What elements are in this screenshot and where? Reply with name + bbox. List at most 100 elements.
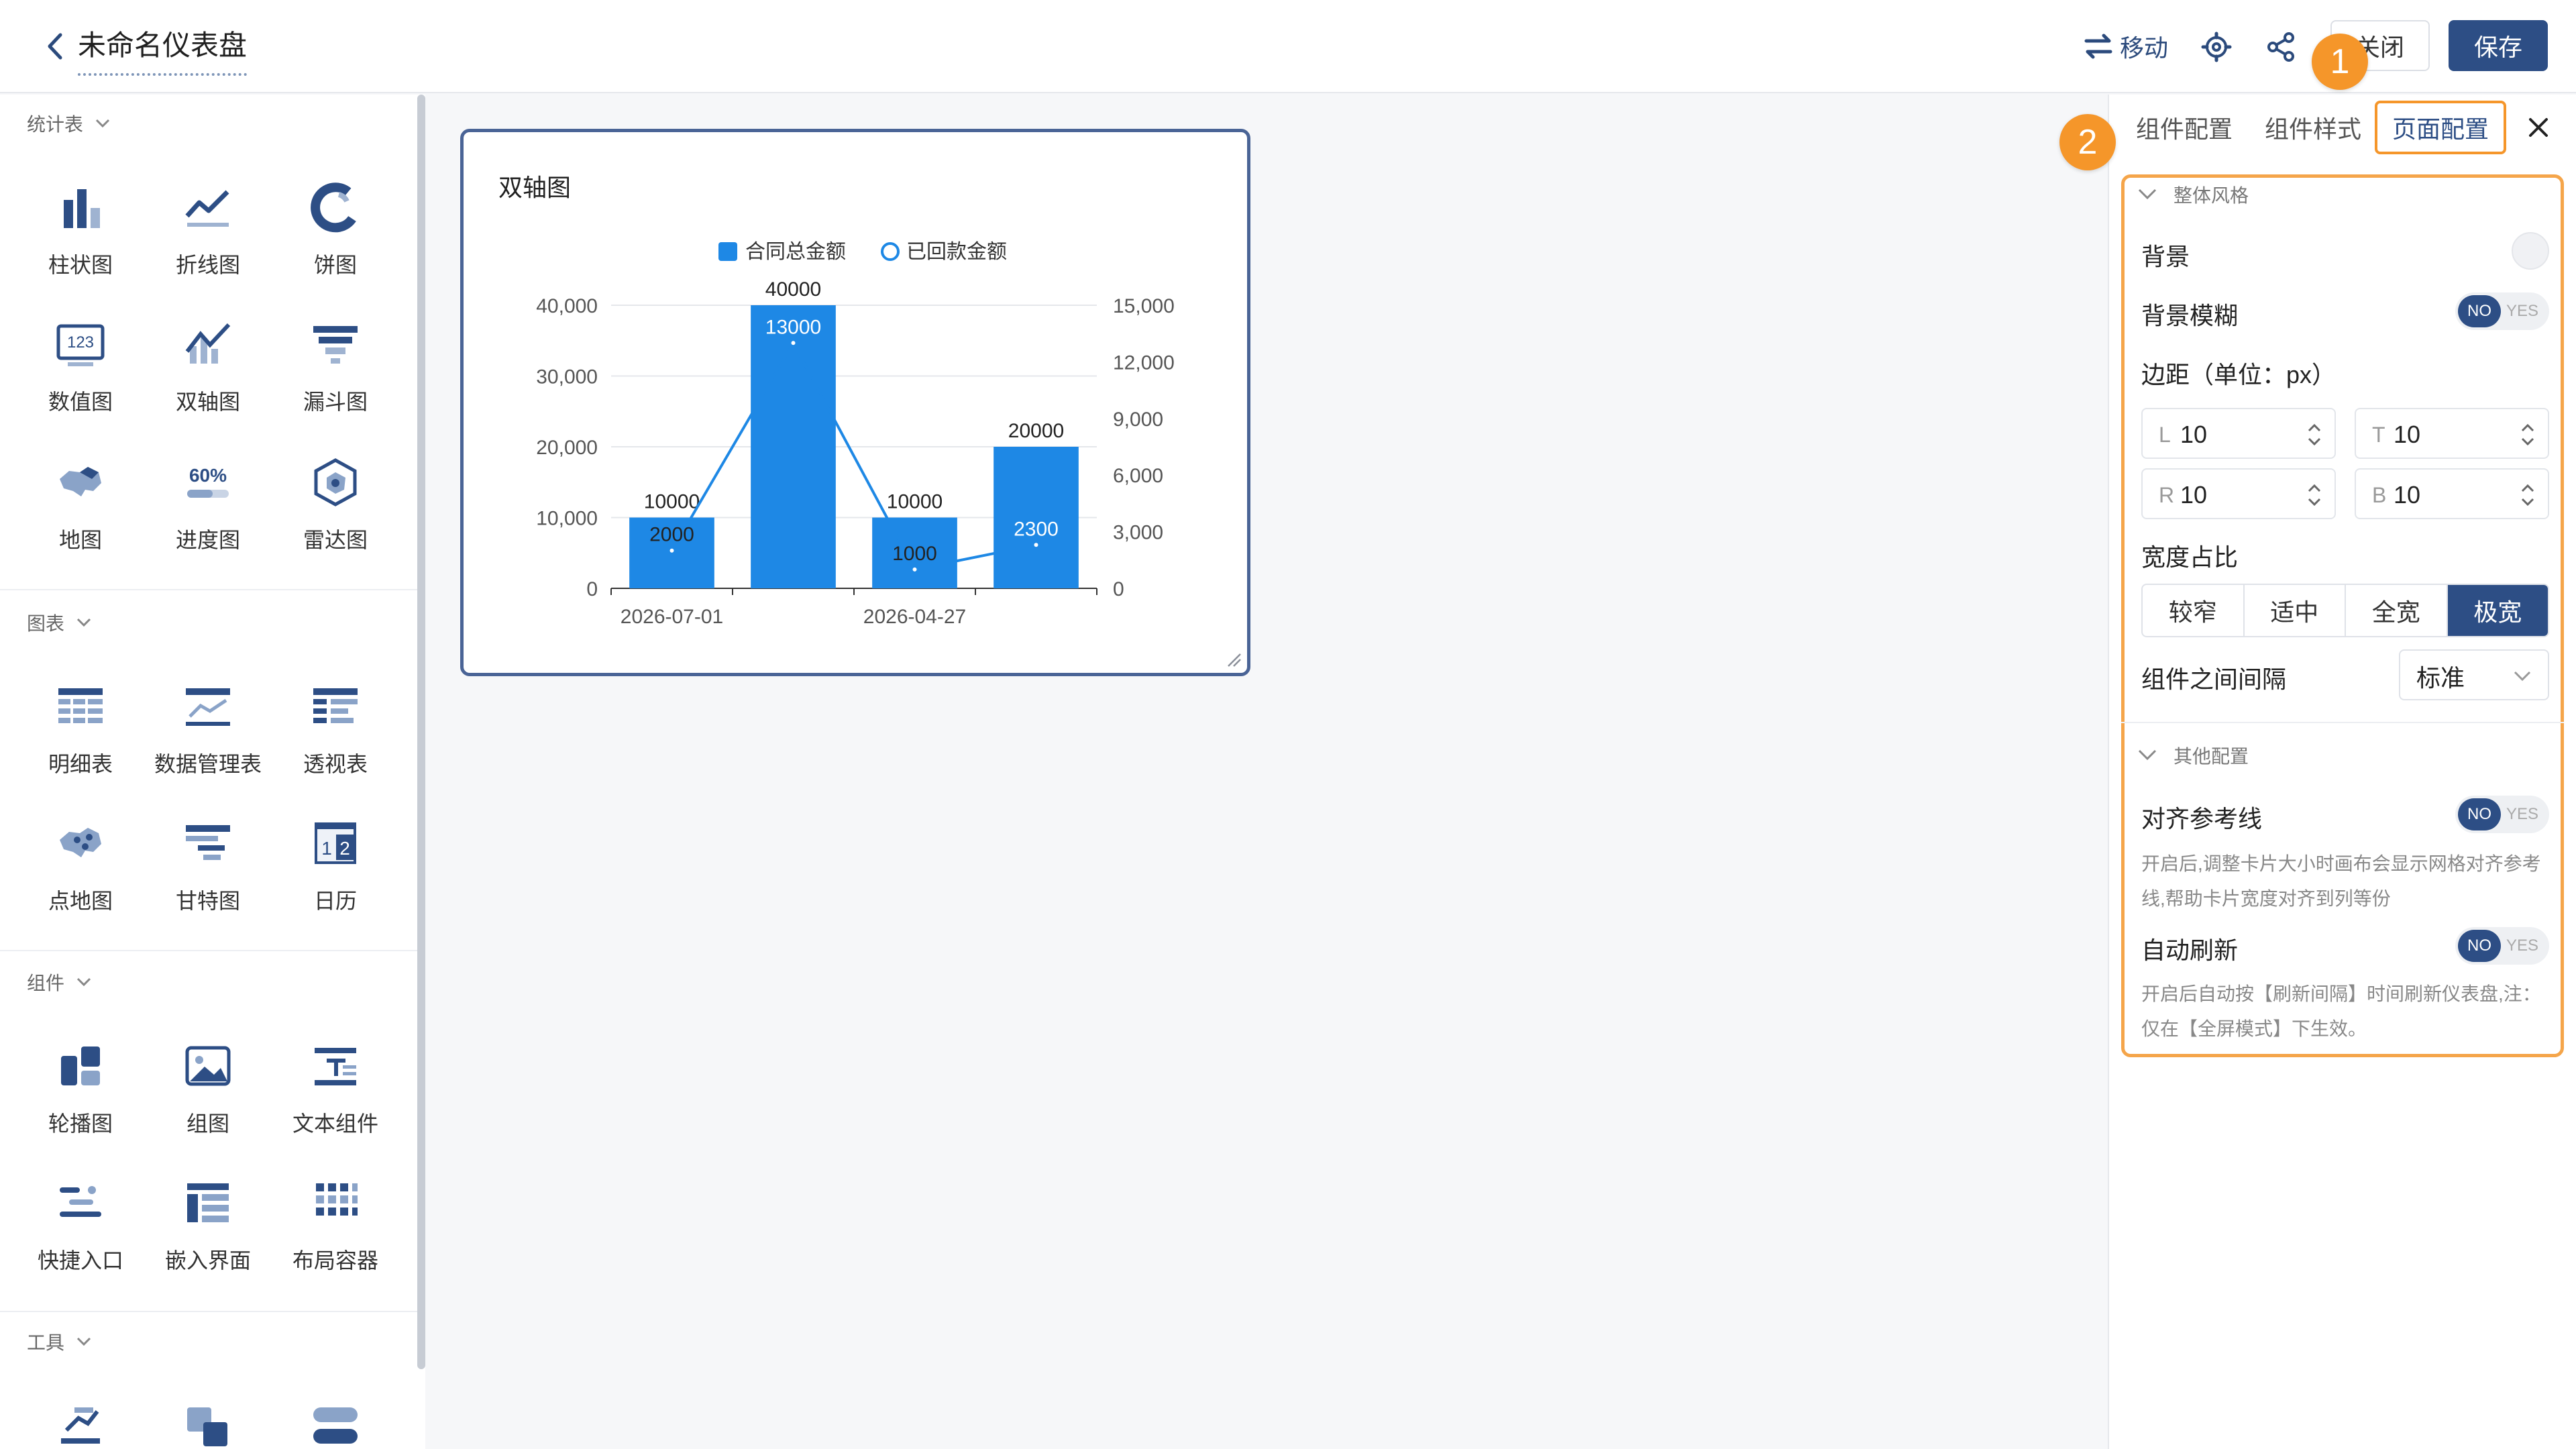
widget-label: 数据管理表 (154, 752, 262, 776)
section-tools[interactable]: 工具 (27, 1328, 91, 1355)
select-value: 标准 (2416, 664, 2465, 692)
share-button[interactable] (2265, 31, 2297, 63)
carousel-icon (61, 1046, 100, 1085)
line-data-label: 13000 (765, 316, 821, 338)
pivot-icon (313, 688, 358, 723)
widget-calendar[interactable]: 12 日历 (272, 801, 399, 915)
widget-gantt[interactable]: 甘特图 (144, 801, 272, 915)
line-data-label: 2000 (649, 524, 694, 546)
widget-bar-chart[interactable]: 柱状图 (17, 165, 144, 279)
stepper-icon[interactable] (2306, 479, 2322, 511)
bar-data-label: 40000 (765, 278, 821, 301)
tab-component-config[interactable]: 组件配置 (2125, 101, 2243, 154)
line-point (791, 341, 796, 345)
section-charts[interactable]: 图表 (27, 609, 91, 636)
tab-page-config[interactable]: 页面配置 (2375, 101, 2506, 154)
section-title: 组件 (27, 973, 65, 994)
widget-line-chart[interactable]: 折线图 (144, 165, 272, 279)
width-option-extra-wide[interactable]: 极宽 (2447, 585, 2548, 636)
sidebar-scrollbar[interactable] (417, 95, 425, 1369)
auto-refresh-toggle[interactable]: NO YES (2455, 927, 2549, 965)
widget-image-group[interactable]: 组图 (144, 1024, 272, 1138)
widget-label: 组图 (186, 1112, 229, 1136)
widget-radar[interactable]: 雷达图 (272, 440, 399, 554)
toggle-tool-icon (313, 1407, 358, 1444)
section-components[interactable]: 组件 (27, 969, 91, 996)
line-data-label: 2300 (1014, 518, 1059, 540)
move-label: 移动 (2120, 34, 2169, 62)
widget-label: 嵌入界面 (164, 1248, 251, 1273)
settings-button[interactable] (2200, 31, 2233, 63)
background-label: 背景 (2141, 243, 2190, 270)
background-color-picker[interactable] (2512, 232, 2549, 270)
input-prefix: R (2159, 482, 2175, 507)
progress-icon-text: 60% (189, 465, 227, 486)
component-gap-select[interactable]: 标准 (2399, 649, 2549, 700)
margin-top-input[interactable]: T 10 (2355, 408, 2549, 459)
toggle-yes: YES (2506, 805, 2538, 823)
widget-dual-axis[interactable]: 双轴图 (144, 302, 272, 416)
widget-carousel[interactable]: 轮播图 (17, 1024, 144, 1138)
data-table-icon (186, 688, 230, 726)
align-guide-toggle[interactable]: NO YES (2455, 796, 2549, 833)
margin-right-input[interactable]: R 10 (2141, 468, 2336, 519)
toggle-yes: YES (2506, 302, 2538, 320)
toggle-yes: YES (2506, 936, 2538, 955)
y-left-tick-label: 0 (586, 578, 598, 600)
save-button[interactable]: 保存 (2449, 20, 2548, 71)
margin-bottom-input[interactable]: B 10 (2355, 468, 2549, 519)
section-other-config[interactable]: 其他配置 (2137, 742, 2249, 769)
move-button[interactable]: 移动 (2084, 30, 2168, 63)
close-icon[interactable] (2522, 111, 2555, 144)
width-option-full[interactable]: 全宽 (2346, 585, 2448, 636)
widget-pivot-table[interactable]: 透视表 (272, 664, 399, 778)
y-right-tick-label: 15,000 (1113, 295, 1175, 317)
widget-layout-container[interactable]: 布局容器 (272, 1161, 399, 1275)
stepper-icon[interactable] (2306, 419, 2322, 451)
background-blur-toggle[interactable]: NO YES (2455, 292, 2549, 330)
dashboard-title[interactable]: 未命名仪表盘 (78, 23, 248, 76)
widget-tool-1[interactable] (17, 1383, 144, 1449)
widget-map[interactable]: 地图 (17, 440, 144, 554)
section-divider (2121, 722, 2564, 723)
widget-text[interactable]: 文本组件 (272, 1024, 399, 1138)
widget-label: 透视表 (303, 752, 368, 776)
margin-left-input[interactable]: L 10 (2141, 408, 2336, 459)
widget-data-manage-table[interactable]: 数据管理表 (144, 664, 272, 778)
section-title: 其他配置 (2174, 746, 2249, 767)
point-map-icon (60, 828, 101, 857)
widget-point-map[interactable]: 点地图 (17, 801, 144, 915)
widget-pie-chart[interactable]: 饼图 (272, 165, 399, 279)
back-button[interactable] (42, 30, 68, 63)
width-option-medium[interactable]: 适中 (2245, 585, 2346, 636)
widget-tool-3[interactable] (272, 1383, 399, 1449)
widget-value-chart[interactable]: 123 数值图 (17, 302, 144, 416)
chevron-down-icon (76, 977, 91, 987)
tab-component-style[interactable]: 组件样式 (2254, 101, 2372, 154)
y-left-tick-label: 10,000 (536, 508, 598, 530)
chevron-down-icon (76, 1337, 91, 1346)
quick-entry-icon (60, 1186, 101, 1217)
stepper-icon[interactable] (2520, 479, 2536, 511)
dual-axis-chart-card[interactable]: 双轴图 0 10,000 20,000 30,000 40,000 0 3,000 6,000… (460, 129, 1250, 676)
widget-quick-entry[interactable]: 快捷入口 (17, 1161, 144, 1275)
y-left-tick-label: 40,000 (536, 295, 598, 317)
grid-layout-icon (316, 1183, 358, 1216)
toggle-no: NO (2458, 798, 2501, 830)
widget-progress[interactable]: 60% 进度图 (144, 440, 272, 554)
resize-handle-icon[interactable] (1223, 649, 1242, 667)
widget-embed[interactable]: 嵌入界面 (144, 1161, 272, 1275)
section-divider (0, 950, 417, 951)
width-option-narrow[interactable]: 较窄 (2143, 585, 2245, 636)
widget-detail-table[interactable]: 明细表 (17, 664, 144, 778)
x-tick-label: 2026-04-27 (863, 606, 966, 628)
width-ratio-label: 宽度占比 (2141, 543, 2239, 571)
widget-label: 折线图 (175, 253, 240, 277)
section-overall-style[interactable]: 整体风格 (2137, 181, 2249, 208)
chevron-left-icon (48, 33, 62, 60)
stepper-icon[interactable] (2520, 419, 2536, 451)
widget-tool-2[interactable] (144, 1383, 272, 1449)
top-header: 未命名仪表盘 移动 关闭 保存 (0, 0, 2576, 93)
widget-funnel[interactable]: 漏斗图 (272, 302, 399, 416)
section-stat-tables[interactable]: 统计表 (27, 110, 110, 137)
